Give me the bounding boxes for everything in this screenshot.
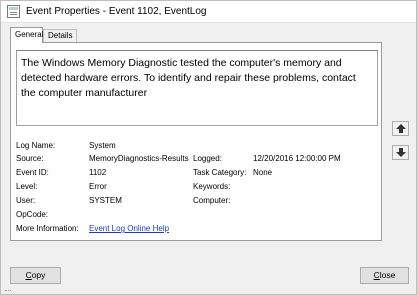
previous-event-button[interactable]	[392, 121, 409, 136]
event-log-online-help-link[interactable]: Event Log Online Help	[89, 223, 169, 234]
log-name-label: Log Name:	[16, 141, 56, 150]
keywords-label: Keywords:	[193, 182, 231, 191]
task-category-value: None	[253, 168, 273, 177]
logged-value: 12/20/2016 12:00:00 PM	[253, 154, 341, 163]
level-label: Level:	[16, 182, 38, 191]
event-properties-window: Event Properties - Event 1102, EventLog …	[0, 0, 417, 295]
log-name-value: System	[89, 141, 116, 150]
tab-details[interactable]: Details	[43, 29, 77, 42]
tab-general[interactable]: General	[10, 27, 43, 43]
user-label: User:	[16, 196, 36, 205]
level-value: Error	[89, 182, 107, 191]
task-category-label: Task Category:	[193, 168, 247, 177]
event-id-value: 1102	[89, 168, 107, 177]
opcode-label: OpCode:	[16, 210, 49, 219]
computer-label: Computer:	[193, 196, 231, 205]
resize-grip[interactable]	[5, 290, 11, 293]
source-value: MemoryDiagnostics-Results	[89, 154, 189, 163]
event-properties-icon	[7, 5, 20, 18]
more-information-label: More Information:	[16, 224, 79, 233]
event-description[interactable]: The Windows Memory Diagnostic tested the…	[16, 50, 378, 126]
next-event-button[interactable]	[392, 145, 409, 160]
window-title: Event Properties - Event 1102, EventLog	[26, 6, 207, 17]
general-panel: The Windows Memory Diagnostic tested the…	[10, 42, 382, 241]
arrow-down-icon	[396, 148, 406, 157]
event-id-label: Event ID:	[16, 168, 49, 177]
copy-button[interactable]: Copy	[10, 267, 61, 284]
source-label: Source:	[16, 154, 44, 163]
close-button[interactable]: Close	[360, 267, 409, 284]
user-value: SYSTEM	[89, 196, 122, 205]
arrow-up-icon	[396, 124, 406, 133]
title-bar[interactable]: Event Properties - Event 1102, EventLog	[1, 1, 416, 23]
logged-label: Logged:	[193, 154, 222, 163]
